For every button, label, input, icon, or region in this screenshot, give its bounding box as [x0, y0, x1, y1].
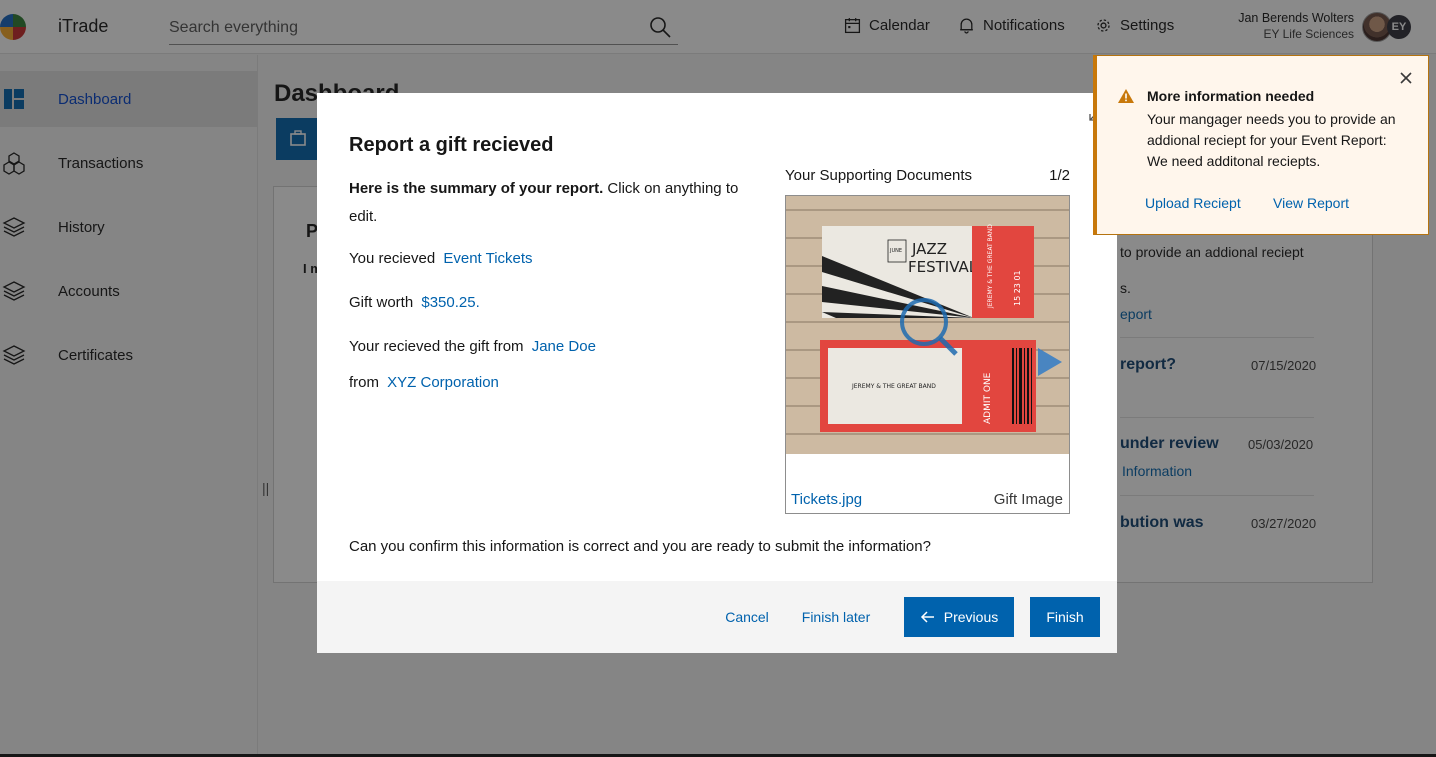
received-row: You recieved Event Tickets [349, 250, 533, 267]
confirm-question: Can you confirm this information is corr… [349, 538, 931, 555]
document-preview[interactable]: JAZZ FESTIVAL JUNE JEREMY & THE GREAT BA… [785, 195, 1070, 514]
view-report-link[interactable]: View Report [1273, 195, 1349, 211]
from-company-label: from [349, 374, 379, 391]
modal-footer: Cancel Finish later Previous Finish [317, 581, 1117, 653]
worth-label: Gift worth [349, 294, 414, 311]
document-caption: Gift Image [993, 491, 1063, 508]
previous-label: Previous [943, 609, 999, 625]
documents-counter: 1/2 [1049, 167, 1070, 184]
from-person-link[interactable]: Jane Doe [532, 338, 596, 355]
from-company-link[interactable]: XYZ Corporation [387, 374, 499, 391]
toast-title: More information needed [1147, 88, 1315, 104]
ticket-stub-numbers: 15 23 01 [1013, 270, 1022, 306]
from-person-label: Your recieved the gift from [349, 338, 524, 355]
ticket-image[interactable]: JAZZ FESTIVAL JUNE JEREMY & THE GREAT BA… [786, 196, 1069, 454]
modal-title: Report a gift recieved [349, 134, 554, 156]
arrow-left-icon [920, 611, 934, 623]
summary-bold: Here is the summary of your report. [349, 180, 604, 197]
worth-row: Gift worth $350.25. [349, 294, 480, 311]
worth-value-link[interactable]: $350.25. [421, 294, 479, 311]
notification-toast: More information needed Your mangager ne… [1093, 55, 1429, 235]
ticket-festival-word-1: JAZZ [911, 240, 947, 258]
from-person-row: Your recieved the gift from Jane Doe [349, 338, 596, 355]
toast-body: Your mangager needs you to provide an ad… [1147, 111, 1396, 169]
ticket-band: JEREMY & THE GREAT BAND [851, 383, 936, 390]
received-value-link[interactable]: Event Tickets [443, 250, 532, 267]
received-label: You recieved [349, 250, 436, 267]
ticket-month: JUNE [889, 248, 902, 254]
ticket-admit: ADMIT ONE [983, 372, 993, 424]
summary-intro: Here is the summary of your report. Clic… [349, 175, 769, 231]
documents-title: Your Supporting Documents [785, 167, 973, 184]
ticket-festival-word-2: FESTIVAL [908, 258, 978, 276]
from-company-row: from XYZ Corporation [349, 374, 499, 391]
ticket-stub-band: JEREMY & THE GREAT BAND [987, 224, 994, 309]
cancel-button[interactable]: Cancel [715, 597, 779, 637]
finish-later-button[interactable]: Finish later [791, 597, 881, 637]
report-gift-modal: Report a gift recieved Here is the summa… [317, 93, 1117, 653]
warning-icon [1118, 89, 1134, 103]
document-file-link[interactable]: Tickets.jpg [791, 491, 862, 508]
supporting-documents: Your Supporting Documents 1/2 JAZZ FESTI… [785, 167, 1070, 514]
upload-receipt-link[interactable]: Upload Reciept [1145, 195, 1241, 211]
finish-button[interactable]: Finish [1030, 597, 1100, 637]
close-icon[interactable] [1398, 70, 1414, 86]
previous-button[interactable]: Previous [904, 597, 1014, 637]
